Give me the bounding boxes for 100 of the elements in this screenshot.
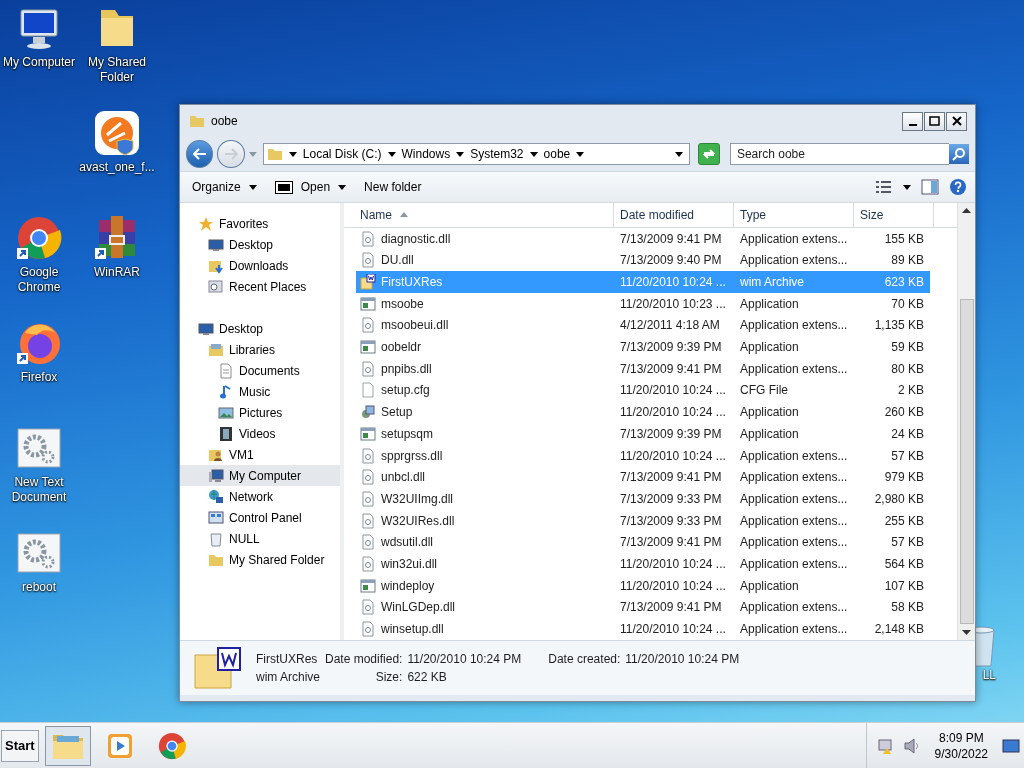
minimize-button[interactable]	[902, 111, 923, 131]
file-row[interactable]: oobeldr 7/13/2009 9:39 PM Application 59 KB	[356, 336, 930, 358]
type-cell-text: Application extens...	[739, 600, 849, 615]
file-row[interactable]: setupsqm 7/13/2009 9:39 PM Application 24 KB	[356, 423, 930, 445]
desktop-icon-label[interactable]: My Computer	[1, 55, 77, 70]
archive-icon	[194, 647, 242, 689]
details-name: FirstUXRes	[256, 652, 319, 666]
type-cell-text: wim Archive	[739, 274, 805, 289]
file-name: win32ui.dll	[381, 557, 438, 572]
archive-icon	[360, 273, 376, 290]
nav-item[interactable]: Libraries	[180, 339, 340, 360]
file-row[interactable]: msoobe 11/20/2010 10:23 ... Application 70 KB	[356, 292, 930, 315]
monitor-icon	[198, 320, 214, 337]
type-cell-text: Application extens...	[739, 622, 849, 637]
size-cell-text: 155 KB	[883, 231, 925, 246]
nav-item[interactable]: Desktop	[180, 234, 340, 255]
nav-item[interactable]: Pictures	[180, 402, 340, 423]
desktop-icon-label[interactable]: Firefox	[1, 370, 77, 385]
file-name: setup.cfg	[381, 383, 430, 398]
file-row[interactable]: WinLGDep.dll 7/13/2009 9:41 PM Application extens... 58 KB	[356, 596, 930, 619]
file-row[interactable]: wdsutil.dll 7/13/2009 9:41 PM Application extens... 57 KB	[356, 531, 930, 554]
folder-icon	[266, 146, 283, 162]
nav-item[interactable]: My Shared Folder	[180, 549, 340, 570]
dll-file-icon	[360, 447, 376, 464]
close-button[interactable]	[946, 111, 967, 131]
file-row[interactable]: unbcl.dll 7/13/2009 9:41 PM Application extens... 979 KB	[356, 466, 930, 489]
help-icon[interactable]	[949, 178, 967, 196]
scrollbar[interactable]	[957, 203, 975, 640]
file-row[interactable]: pnpibs.dll 7/13/2009 9:41 PM Application extens... 80 KB	[356, 357, 930, 380]
nav-item[interactable]: Desktop	[180, 318, 340, 339]
file-row[interactable]: DU.dll 7/13/2009 9:40 PM Application extens... 89 KB	[356, 249, 930, 272]
nav-item[interactable]: NULL	[180, 528, 340, 549]
view-options-icon[interactable]	[875, 180, 893, 194]
search-button[interactable]	[949, 144, 969, 164]
application-icon	[360, 295, 376, 312]
scroll-thumb[interactable]	[959, 298, 974, 625]
maximize-button[interactable]	[924, 111, 945, 131]
file-row[interactable]: spprgrss.dll 11/20/2010 10:24 ... Application extens... 57 KB	[356, 444, 930, 467]
desktop-icon-label[interactable]: My Shared Folder	[79, 55, 155, 85]
dll-file-icon	[360, 534, 376, 551]
recycle-bin-icon	[208, 530, 224, 547]
toolbar-button[interactable]: New folder	[360, 178, 426, 196]
file-name: DU.dll	[381, 253, 414, 268]
nav-item[interactable]: Music	[180, 381, 340, 402]
type-cell-text: Application extens...	[739, 491, 849, 506]
address-bar[interactable]: Local Disk (C:) Windows System32 oobe	[262, 143, 691, 165]
toolbar-button[interactable]: Open	[270, 178, 351, 196]
nav-item[interactable]: Downloads	[180, 255, 340, 276]
nav-item[interactable]: VM1	[180, 444, 340, 465]
application-icon	[360, 425, 376, 442]
file-row[interactable]: diagnostic.dll 7/13/2009 9:41 PM Application extens... 155 KB	[356, 227, 930, 250]
start-button[interactable]: Start	[1, 729, 39, 762]
file-row[interactable]: W32UIRes.dll 7/13/2009 9:33 PM Application extens... 255 KB	[356, 509, 930, 532]
size-cell-text: 80 KB	[890, 361, 925, 376]
refresh-button[interactable]	[698, 143, 720, 165]
folder-icon	[189, 113, 205, 129]
date-cell-text: 7/13/2009 9:33 PM	[619, 513, 723, 528]
nav-item[interactable]: Documents	[180, 360, 340, 381]
preview-pane-icon[interactable]	[921, 179, 939, 195]
desktop-icon-label[interactable]: avast_one_f...	[79, 160, 155, 175]
breadcrumb-item[interactable]: Windows	[401, 147, 451, 161]
file-row[interactable]: W32UIImg.dll 7/13/2009 9:33 PM Application extens... 2,980 KB	[356, 488, 930, 510]
date-cell-text: 11/20/2010 10:24 ...	[619, 622, 727, 637]
nav-item[interactable]: Videos	[180, 423, 340, 444]
nav-item[interactable]: My Computer	[180, 465, 340, 486]
file-row[interactable]: Setup 11/20/2010 10:24 ... Application 260 KB	[356, 401, 930, 423]
size-cell-text: 89 KB	[890, 253, 925, 268]
nav-item[interactable]: Favorites	[180, 213, 340, 234]
show-desktop-icon[interactable]	[1002, 738, 1020, 753]
file-name: setupsqm	[381, 426, 434, 441]
nav-item[interactable]: Network	[180, 486, 340, 507]
breadcrumb-item[interactable]: Local Disk (C:)	[302, 147, 382, 161]
sort-arrow-icon	[400, 212, 408, 218]
nav-item[interactable]: Recent Places	[180, 276, 340, 297]
type-cell-text: Application extens...	[739, 557, 849, 572]
details-label: Size:	[374, 670, 403, 684]
desktop-icon-label[interactable]: New Text Document	[1, 475, 77, 505]
desktop-icon-label[interactable]: Google Chrome	[1, 265, 77, 295]
desktop-icon-label[interactable]: WinRAR	[79, 265, 155, 280]
dll-file-icon	[360, 556, 376, 573]
file-name: spprgrss.dll	[381, 448, 443, 463]
star-icon	[198, 215, 214, 232]
breadcrumb-item[interactable]: System32	[470, 147, 524, 161]
toolbar-button[interactable]: Organize	[188, 178, 261, 196]
file-row[interactable]: windeploy 11/20/2010 10:24 ... Application 107 KB	[356, 574, 930, 597]
file-row[interactable]: winsetup.dll 11/20/2010 10:24 ... Application extens... 2,148 KB	[356, 618, 930, 641]
type-cell-text: Application	[739, 405, 800, 420]
breadcrumb-item[interactable]: oobe	[543, 147, 571, 161]
file-name: windeploy	[381, 578, 435, 593]
speaker-icon[interactable]	[902, 736, 921, 755]
taskbar-button[interactable]	[44, 725, 91, 766]
file-row[interactable]: msoobeui.dll 4/12/2011 4:18 AM Application extens... 1,135 KB	[356, 314, 930, 337]
clock[interactable]: 8:09 PM 9/30/2022	[934, 729, 988, 762]
search-field[interactable]: Search oobe	[729, 143, 949, 165]
type-cell-text: Application	[739, 426, 800, 441]
file-row[interactable]: win32ui.dll 11/20/2010 10:24 ... Application extens... 564 KB	[356, 553, 930, 575]
back-button[interactable]	[186, 140, 214, 168]
avast-icon	[93, 109, 141, 157]
file-row[interactable]: setup.cfg 11/20/2010 10:24 ... CFG File 2 KB	[356, 379, 930, 402]
nav-item[interactable]: Control Panel	[180, 507, 340, 528]
